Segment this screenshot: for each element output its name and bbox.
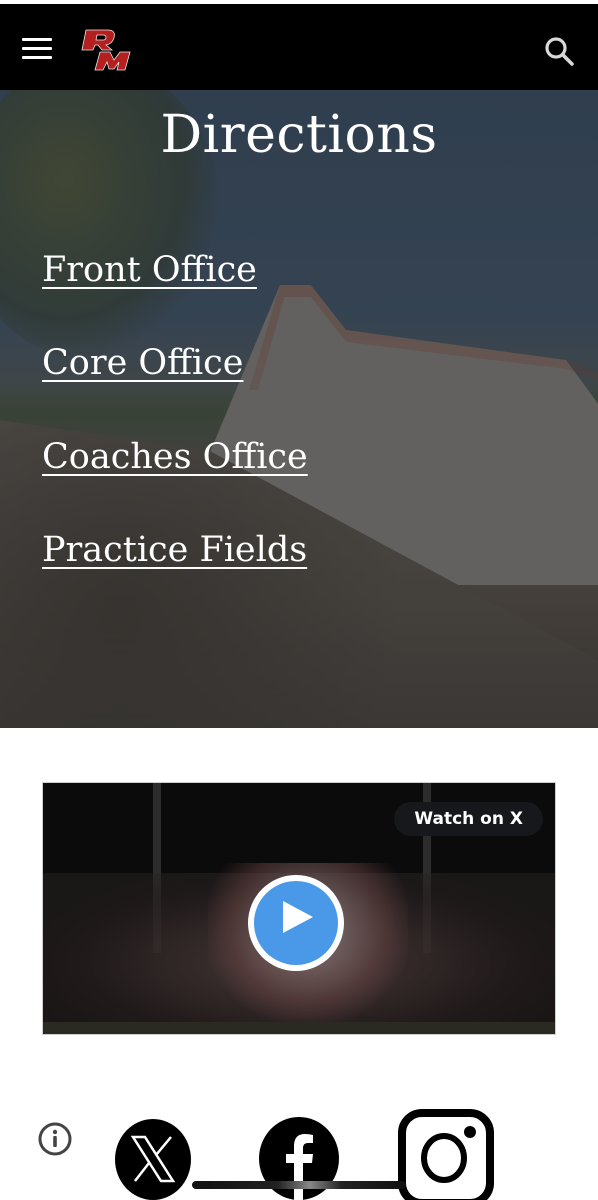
instagram-icon[interactable] bbox=[398, 1109, 494, 1200]
embedded-video[interactable]: Watch on X bbox=[42, 782, 556, 1035]
rm-logo-icon bbox=[81, 29, 131, 71]
play-icon bbox=[283, 901, 313, 933]
info-icon[interactable] bbox=[37, 1121, 73, 1157]
hero-overlay bbox=[0, 90, 598, 728]
school-logo[interactable] bbox=[78, 28, 134, 72]
hamburger-menu-icon[interactable] bbox=[22, 38, 52, 60]
site-header bbox=[0, 4, 598, 90]
home-indicator bbox=[192, 1181, 406, 1189]
coaches-office-link[interactable]: Coaches Office bbox=[42, 437, 308, 477]
core-office-link[interactable]: Core Office bbox=[42, 343, 244, 383]
directions-hero: Directions Front Office Core Office Coac… bbox=[0, 90, 598, 728]
practice-fields-link[interactable]: Practice Fields bbox=[42, 530, 307, 570]
watch-on-x-button[interactable]: Watch on X bbox=[394, 802, 543, 836]
play-button[interactable] bbox=[248, 875, 344, 971]
page-title: Directions bbox=[160, 105, 438, 165]
front-office-link[interactable]: Front Office bbox=[42, 250, 257, 290]
search-icon[interactable] bbox=[542, 34, 576, 68]
x-logo-icon[interactable] bbox=[115, 1119, 191, 1200]
video-thumbnail-field bbox=[43, 1022, 555, 1034]
